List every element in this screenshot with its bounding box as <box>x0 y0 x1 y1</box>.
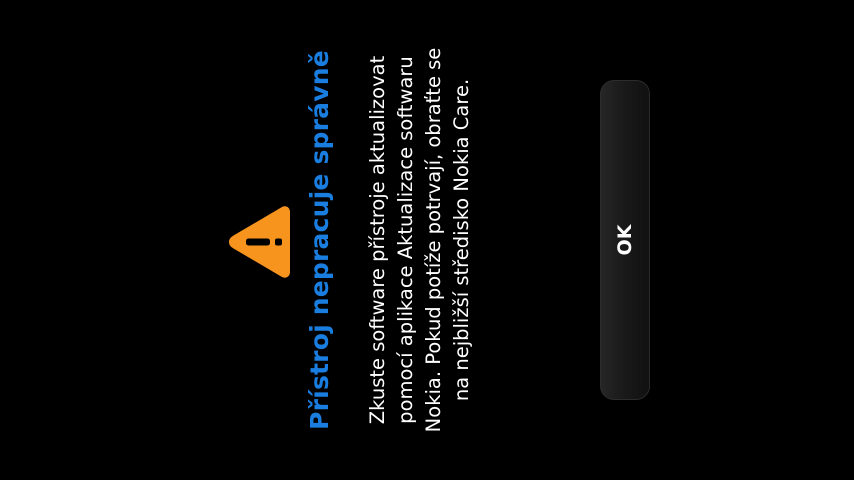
message-line: Nokia. Pokud potíže potrvají, obraťte se <box>422 47 445 433</box>
message-line: Zkuste software přístroje aktualizovat <box>366 55 389 425</box>
message-line: na nejbližší středisko Nokia Care. <box>450 78 473 402</box>
screen: Přístroj nepracuje správně Zkuste softwa… <box>0 0 854 480</box>
message-line: pomocí aplikace Aktualizace softwaru <box>394 56 417 424</box>
dialog-title: Přístroj nepracuje správně <box>305 50 334 430</box>
warning-icon <box>229 206 290 278</box>
dialog: Přístroj nepracuje správně Zkuste softwa… <box>0 0 854 480</box>
ok-button[interactable]: OK <box>600 80 650 400</box>
dialog-message: Zkuste software přístroje aktualizovat p… <box>364 30 476 450</box>
ok-button-label: OK <box>614 224 636 256</box>
